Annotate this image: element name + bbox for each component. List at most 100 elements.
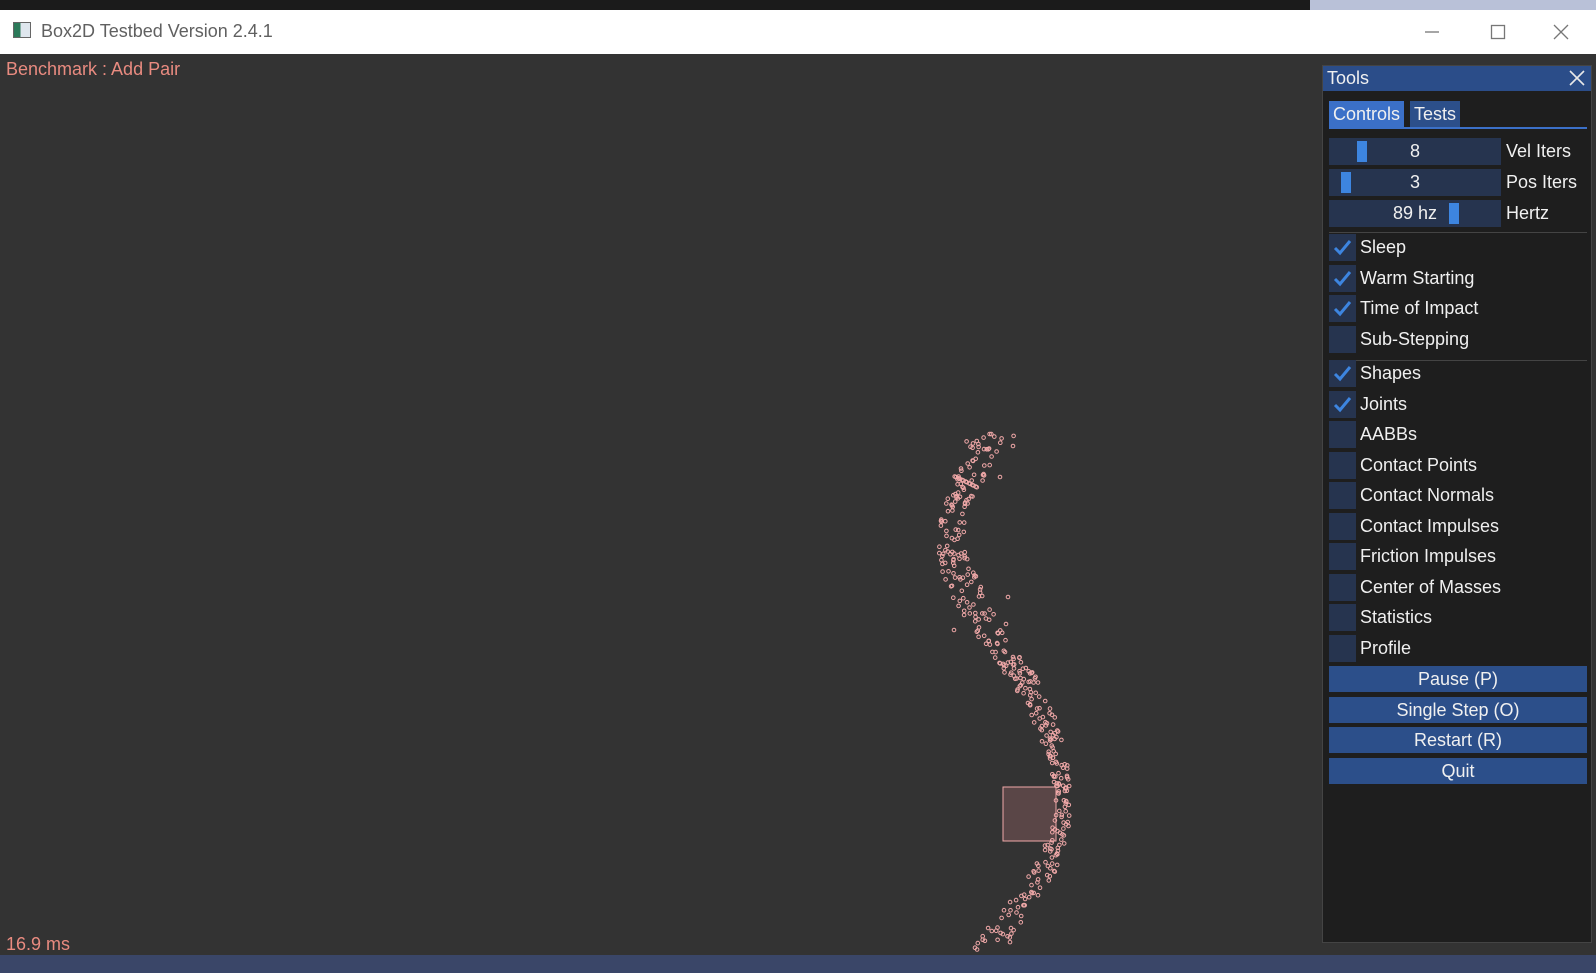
checkbox[interactable] [1329,360,1356,387]
particle [961,608,967,614]
maximize-button[interactable] [1463,10,1533,54]
particle [987,607,992,612]
checkbox-label: Friction Impulses [1360,546,1497,566]
option-time-of-impact[interactable]: Time of Impact [1329,295,1587,322]
particle [997,474,1003,480]
checkbox[interactable] [1329,325,1356,353]
particle [973,610,978,616]
particle [951,571,956,576]
option-aabbs[interactable]: AABBs [1329,421,1587,448]
particle [1021,690,1026,696]
particle [945,496,951,502]
option-joints[interactable]: Joints [1329,390,1587,418]
app-window: Box2D Testbed Version 2.4.1 Benchmark : … [0,10,1596,955]
checkbox[interactable] [1329,604,1356,631]
particle [937,550,942,556]
vel-iters-row: 8 Vel Iters [1329,138,1587,165]
close-icon [1553,24,1569,40]
particle [978,584,984,590]
slider-value: 89 hz [1392,203,1438,223]
option-sleep[interactable]: Sleep [1329,234,1587,261]
checkbox[interactable] [1329,512,1356,540]
particle [961,529,967,535]
particle [989,454,994,459]
particle [961,520,967,525]
particle [1023,685,1028,691]
checkbox[interactable] [1329,573,1356,601]
particle [1066,813,1072,818]
particle [971,602,976,607]
particle [956,603,961,609]
pos-iters-slider[interactable]: 3 [1329,169,1501,196]
option-contact-impulses[interactable]: Contact Impulses [1329,512,1587,540]
particle [1061,841,1067,846]
option-statistics[interactable]: Statistics [1329,604,1587,631]
particle [1049,760,1055,766]
pause-button[interactable]: Pause (P) [1329,666,1587,692]
particle [1044,733,1049,738]
tools-title-bar[interactable]: Tools [1323,66,1591,91]
particle [1011,433,1016,439]
close-icon[interactable] [1567,68,1587,88]
particle [943,577,948,582]
hertz-slider[interactable]: 89 hz [1329,200,1501,227]
particle [1063,808,1068,814]
particle [944,501,949,506]
particle [1010,443,1016,449]
quit-button[interactable]: Quit [1329,758,1587,784]
option-contact-normals[interactable]: Contact Normals [1329,482,1587,509]
minimize-icon [1425,31,1439,33]
particle [976,634,981,640]
option-friction-impulses[interactable]: Friction Impulses [1329,543,1587,570]
minimize-button[interactable] [1397,10,1467,54]
particle [1036,694,1042,699]
option-center-of-masses[interactable]: Center of Masses [1329,573,1587,601]
checkbox[interactable] [1329,634,1356,662]
checkbox[interactable] [1329,234,1356,261]
checkbox[interactable] [1329,421,1356,448]
checkbox-label: Contact Points [1360,454,1478,475]
checkbox[interactable] [1329,390,1356,418]
particle [964,600,970,605]
checkbox[interactable] [1329,482,1356,509]
single-step-button[interactable]: Single Step (O) [1329,697,1587,723]
simulation-viewport[interactable]: Benchmark : Add Pair 16.9 ms [2,54,1322,955]
particle [1059,837,1064,842]
particle [1042,698,1048,704]
particle [1007,899,1013,905]
option-shapes[interactable]: Shapes [1329,360,1587,387]
particle [1007,939,1013,945]
checkbox[interactable] [1329,451,1356,479]
option-contact-points[interactable]: Contact Points [1329,451,1587,479]
particle [939,557,944,563]
tab-controls[interactable]: Controls [1329,101,1405,127]
particle [1057,808,1062,814]
particle [985,925,991,931]
checkbox[interactable] [1329,543,1356,570]
checkbox[interactable] [1329,295,1356,322]
particle [1043,741,1049,747]
restart-button[interactable]: Restart (R) [1329,727,1587,753]
slider-label: Vel Iters [1506,141,1572,161]
slider-value: 3 [1409,172,1420,192]
option-profile[interactable]: Profile [1329,634,1587,662]
option-warm-starting[interactable]: Warm Starting [1329,264,1587,292]
checkbox[interactable] [1329,264,1356,292]
particle [1054,862,1060,868]
title-bar[interactable]: Box2D Testbed Version 2.4.1 [0,10,1596,54]
particle [987,462,993,468]
option-sub-stepping[interactable]: Sub-Stepping [1329,325,1587,353]
particle [994,449,999,454]
particle [1039,739,1045,744]
vel-iters-slider[interactable]: 8 [1329,138,1501,165]
particle [992,434,997,439]
particle [992,655,998,660]
tab-tests[interactable]: Tests [1410,101,1461,127]
hertz-row: 89 hz Hertz [1329,200,1587,227]
close-button[interactable] [1526,10,1596,54]
particle [1011,666,1017,671]
particle [1037,885,1043,891]
particle [943,518,948,524]
particle [980,478,985,483]
particle [967,611,973,616]
